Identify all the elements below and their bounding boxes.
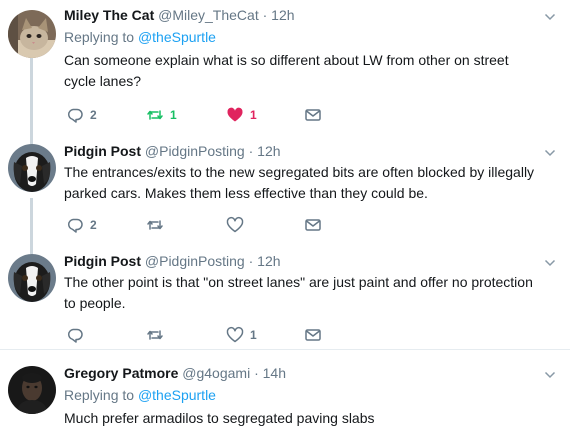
display-name[interactable]: Pidgin Post: [64, 253, 141, 269]
user-handle[interactable]: @g4ogami: [182, 365, 250, 381]
display-name[interactable]: Miley The Cat: [64, 7, 154, 23]
reply-count: 2: [90, 218, 97, 232]
tweet-header: Pidgin Post @PidginPosting · 12h: [64, 142, 544, 160]
reply-icon: [67, 108, 83, 123]
avatar[interactable]: [8, 144, 56, 192]
replying-to-link[interactable]: @theSpurtle: [138, 29, 216, 45]
chevron-down-icon[interactable]: [544, 257, 556, 269]
replying-to-label: Replying to: [64, 29, 138, 45]
tweet[interactable]: Pidgin Post @PidginPosting · 12h The ent…: [0, 132, 570, 240]
chevron-down-icon[interactable]: [544, 369, 556, 381]
user-handle[interactable]: @Miley_TheCat: [158, 7, 259, 23]
tweet-text: Much prefer armadilos to segregated pavi…: [64, 410, 375, 426]
envelope-icon: [305, 329, 321, 341]
chevron-down-icon[interactable]: [544, 147, 556, 159]
user-handle[interactable]: @PidginPosting: [145, 143, 245, 159]
conversation-feed: Miley The Cat @Miley_TheCat · 12h Replyi…: [0, 0, 570, 443]
avatar[interactable]: [8, 366, 56, 414]
tweet-header: Pidgin Post @PidginPosting · 12h: [64, 252, 544, 270]
tweet[interactable]: Pidgin Post @PidginPosting · 12h The oth…: [0, 240, 570, 350]
retweet-icon: [147, 330, 163, 340]
retweet-button[interactable]: [146, 326, 164, 344]
timestamp[interactable]: 12h: [257, 253, 280, 269]
display-name[interactable]: Gregory Patmore: [64, 365, 178, 381]
display-name[interactable]: Pidgin Post: [64, 143, 141, 159]
like-count: 1: [250, 108, 257, 122]
replying-to-label: Replying to: [64, 387, 138, 403]
tweet-text: Can someone explain what is so different…: [64, 52, 509, 89]
reply-button[interactable]: [66, 326, 84, 344]
replying-to: Replying to @theSpurtle: [64, 386, 544, 404]
tweet-header: Miley The Cat @Miley_TheCat · 12h: [64, 6, 544, 24]
heart-filled-icon: [227, 107, 243, 122]
retweet-icon: [147, 110, 163, 120]
avatar[interactable]: [8, 254, 56, 302]
replying-to-link[interactable]: @theSpurtle: [138, 387, 216, 403]
envelope-icon: [305, 219, 321, 231]
dog-avatar-icon: [8, 254, 56, 302]
reply-button[interactable]: 2: [66, 106, 97, 124]
envelope-icon: [305, 109, 321, 121]
chevron-down-icon[interactable]: [544, 11, 556, 23]
separator-dot: ·: [254, 365, 259, 381]
heart-outline-icon: [226, 327, 244, 343]
like-button[interactable]: 1: [226, 106, 257, 124]
like-button[interactable]: [226, 216, 244, 234]
direct-message-button[interactable]: [304, 326, 322, 344]
timestamp[interactable]: 14h: [263, 365, 286, 381]
separator-dot: ·: [248, 143, 254, 159]
retweet-icon: [147, 220, 163, 230]
retweet-count: 1: [170, 108, 177, 122]
person-avatar-icon: [8, 366, 56, 414]
reply-icon: [67, 328, 83, 343]
reply-icon: [67, 218, 83, 233]
direct-message-button[interactable]: [304, 216, 322, 234]
avatar[interactable]: [8, 10, 56, 58]
dog-avatar-icon: [8, 144, 56, 192]
timestamp[interactable]: 12h: [257, 143, 280, 159]
timestamp[interactable]: 12h: [271, 7, 294, 23]
reply-count: 2: [90, 108, 97, 122]
cat-avatar-icon: [8, 10, 56, 58]
separator-dot: ·: [248, 253, 254, 269]
tweet[interactable]: Miley The Cat @Miley_TheCat · 12h Replyi…: [0, 0, 570, 132]
tweet[interactable]: Gregory Patmore @g4ogami · 14h Replying …: [0, 350, 570, 443]
replying-to: Replying to @theSpurtle: [64, 28, 544, 46]
direct-message-button[interactable]: [304, 106, 322, 124]
like-count: 1: [250, 328, 257, 342]
separator-dot: ·: [262, 7, 268, 23]
retweet-button[interactable]: 1: [146, 106, 177, 124]
reply-button[interactable]: 2: [66, 216, 97, 234]
tweet-text: The other point is that "on street lanes…: [64, 274, 533, 311]
like-button[interactable]: 1: [226, 326, 257, 344]
heart-outline-icon: [226, 217, 244, 233]
tweet-header: Gregory Patmore @g4ogami · 14h: [64, 364, 544, 382]
retweet-button[interactable]: [146, 216, 164, 234]
user-handle[interactable]: @PidginPosting: [145, 253, 245, 269]
tweet-text: The entrances/exits to the new segregate…: [64, 164, 535, 201]
